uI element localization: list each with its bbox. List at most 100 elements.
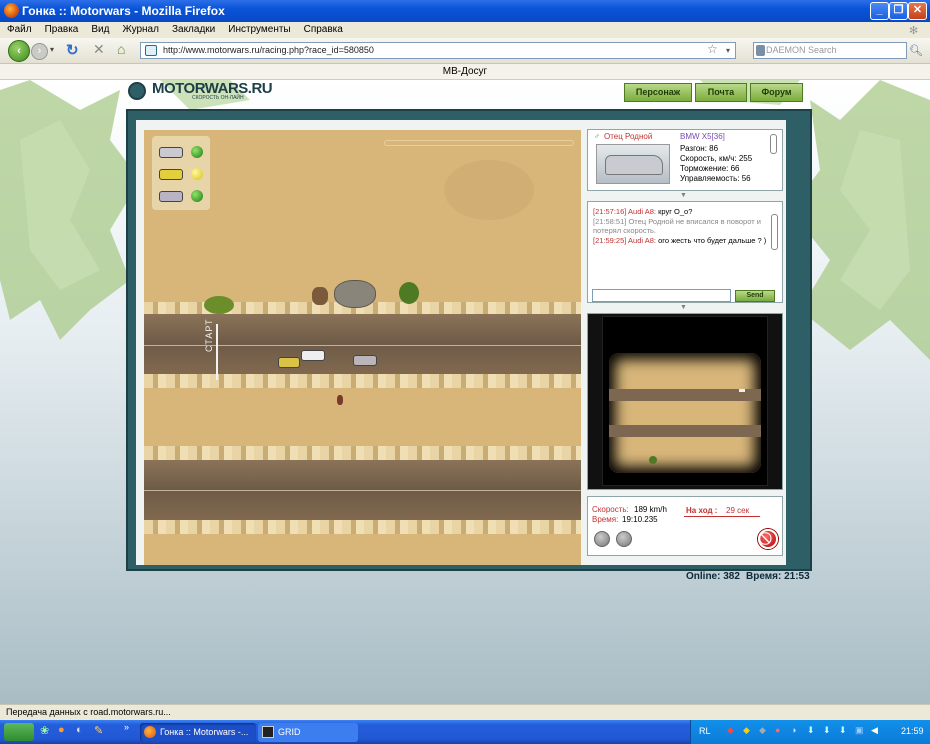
speed-label: Скорость:	[592, 505, 629, 514]
menu-tools[interactable]: Инструменты	[221, 22, 296, 35]
send-button[interactable]: Send	[735, 290, 775, 302]
maximize-button[interactable]: ❐	[889, 2, 908, 20]
car-info-scrollbar[interactable]	[770, 134, 777, 154]
chat-scrollbar[interactable]	[771, 214, 778, 250]
menu-help[interactable]: Справка	[297, 22, 349, 35]
nitro-icon[interactable]	[594, 531, 610, 547]
horn-icon[interactable]	[616, 531, 632, 547]
taskbar-item-firefox[interactable]: Гонка :: Motorwars -...	[140, 723, 256, 742]
minimap-panel	[587, 313, 783, 490]
game-area: СТАРТ ♂ Отец Родной BMW X5[36] Разгон: 8…	[136, 120, 786, 565]
address-bar[interactable]: http://www.motorwars.ru/racing.php?race_…	[140, 42, 736, 59]
taskbar: ❀ ● ◐ ✎ » Гонка :: Motorwars -... GRID R…	[0, 720, 930, 744]
time-label: Время:	[592, 515, 619, 524]
url-dropdown-icon[interactable]: ▾	[726, 43, 730, 58]
car-white	[301, 350, 325, 361]
firefox-icon	[4, 3, 19, 18]
road-edge-bottom-2	[144, 520, 581, 534]
menu-bar: Файл Правка Вид Журнал Закладки Инструменты Сп…	[0, 22, 930, 38]
collapse-arrow-2-icon[interactable]: ▼	[680, 304, 687, 311]
search-go-icon[interactable]: 🔍︎	[909, 44, 923, 57]
taskbar-item-grid[interactable]: GRID	[258, 723, 358, 742]
quicklaunch-icon-3[interactable]: ◐	[76, 724, 83, 736]
site-logo[interactable]: MOTORWARS.RU СКОРОСТЬ ОН-ЛАЙН	[126, 80, 273, 102]
tray-icon-4[interactable]: ●	[775, 725, 780, 735]
logo-subtitle: СКОРОСТЬ ОН-ЛАЙН	[192, 95, 244, 101]
chat-message: [21:57:16] Audi A8: круг О_о?	[593, 207, 693, 216]
stop-icon[interactable]: ✕	[93, 41, 105, 58]
menu-file[interactable]: Файл	[0, 22, 38, 35]
forward-icon[interactable]: ›	[31, 43, 48, 60]
driver-name[interactable]: Отец Родной	[604, 132, 652, 142]
online-count: Online: 382	[686, 571, 740, 582]
lane-line-2	[144, 490, 581, 491]
time-value: 19:10.235	[622, 515, 658, 524]
quicklaunch-expand-icon[interactable]: »	[124, 722, 129, 732]
search-engine-icon[interactable]	[756, 45, 765, 56]
tray-network-icon[interactable]: ▣	[855, 725, 864, 736]
spectator	[337, 395, 343, 405]
quicklaunch-icon-1[interactable]: ❀	[40, 724, 49, 737]
window-title: Гонка :: Motorwars - Mozilla Firefox	[22, 4, 225, 18]
minimap-car-marker	[739, 389, 745, 392]
bookmark-star-icon[interactable]: ☆	[707, 42, 718, 57]
tray-icon-5[interactable]: ◑	[791, 725, 796, 735]
menu-bookmarks[interactable]: Закладки	[165, 22, 221, 35]
driver-gender-icon: ♂	[594, 132, 600, 141]
search-input[interactable]: DAEMON Search	[753, 42, 907, 59]
game-frame: СТАРТ ♂ Отец Родной BMW X5[36] Разгон: 8…	[126, 109, 812, 571]
car-silver	[353, 355, 377, 366]
home-icon[interactable]: ⌂	[117, 41, 125, 57]
tray-download-icon[interactable]: ⬇	[807, 725, 815, 736]
minimap-terrain	[609, 353, 761, 473]
car-image-shape	[605, 155, 663, 175]
quicklaunch-firefox-icon[interactable]: ●	[58, 724, 65, 736]
minimize-button[interactable]: _	[870, 2, 889, 20]
nav-mail-button[interactable]: Почта	[695, 83, 747, 102]
car-model: BMW X5[36]	[680, 132, 725, 141]
language-indicator[interactable]: RL	[699, 726, 711, 736]
start-button[interactable]	[4, 723, 34, 741]
tray-icon-3[interactable]: ◆	[759, 725, 766, 736]
tray-icon-1[interactable]: ◆	[727, 725, 734, 736]
tray-icon-2[interactable]: ◆	[743, 725, 750, 736]
chat-input[interactable]	[592, 289, 731, 302]
url-text: http://www.motorwars.ru/racing.php?race_…	[163, 45, 374, 55]
chat-message: [21:58:51] Отец Родной не вписался в пов…	[593, 216, 761, 236]
minimap-road-2	[609, 425, 761, 437]
menu-edit[interactable]: Правка	[38, 22, 85, 35]
back-icon[interactable]: ‹	[8, 40, 30, 62]
menu-history[interactable]: Журнал	[115, 22, 165, 35]
position-3-light-icon	[191, 190, 203, 202]
nav-forum-button[interactable]: Форум	[750, 83, 803, 102]
menu-view[interactable]: Вид	[84, 22, 115, 35]
reload-icon[interactable]: ↻	[66, 41, 79, 59]
site-favicon-icon	[145, 45, 157, 56]
position-1-light-icon	[191, 146, 203, 158]
clock[interactable]: 21:59	[901, 726, 924, 736]
minimap[interactable]	[602, 316, 768, 486]
car-yellow	[278, 357, 300, 368]
bush-2	[399, 282, 419, 304]
exit-race-icon[interactable]: ⃠	[758, 529, 778, 549]
car-stat-speed: Скорость, км/ч: 255	[680, 154, 753, 163]
page-tab-title: МВ-Досуг	[0, 64, 930, 80]
tray-download-icon-2[interactable]: ⬇	[823, 725, 831, 736]
tray-volume-icon[interactable]: ◀	[871, 725, 878, 736]
history-dropdown-icon[interactable]: ▾	[50, 45, 54, 54]
minimap-bush	[649, 456, 657, 464]
quicklaunch-icon-4[interactable]: ✎	[94, 724, 103, 737]
race-positions-panel	[152, 136, 210, 210]
tray-download-icon-3[interactable]: ⬇	[839, 725, 847, 736]
progress-track-outline	[384, 140, 574, 146]
sand-patch	[444, 160, 534, 220]
position-1-car	[159, 147, 183, 158]
nav-character-button[interactable]: Персонаж	[624, 83, 692, 102]
collapse-arrow-icon[interactable]: ▼	[680, 192, 687, 199]
close-button[interactable]: ✕	[908, 2, 927, 20]
chat-log: [21:57:16] Audi A8: круг О_о? [21:58:51]…	[593, 207, 769, 245]
position-2-car	[159, 169, 183, 180]
bush-1	[204, 296, 234, 314]
spectators	[312, 287, 328, 305]
race-track[interactable]: СТАРТ	[144, 130, 581, 565]
